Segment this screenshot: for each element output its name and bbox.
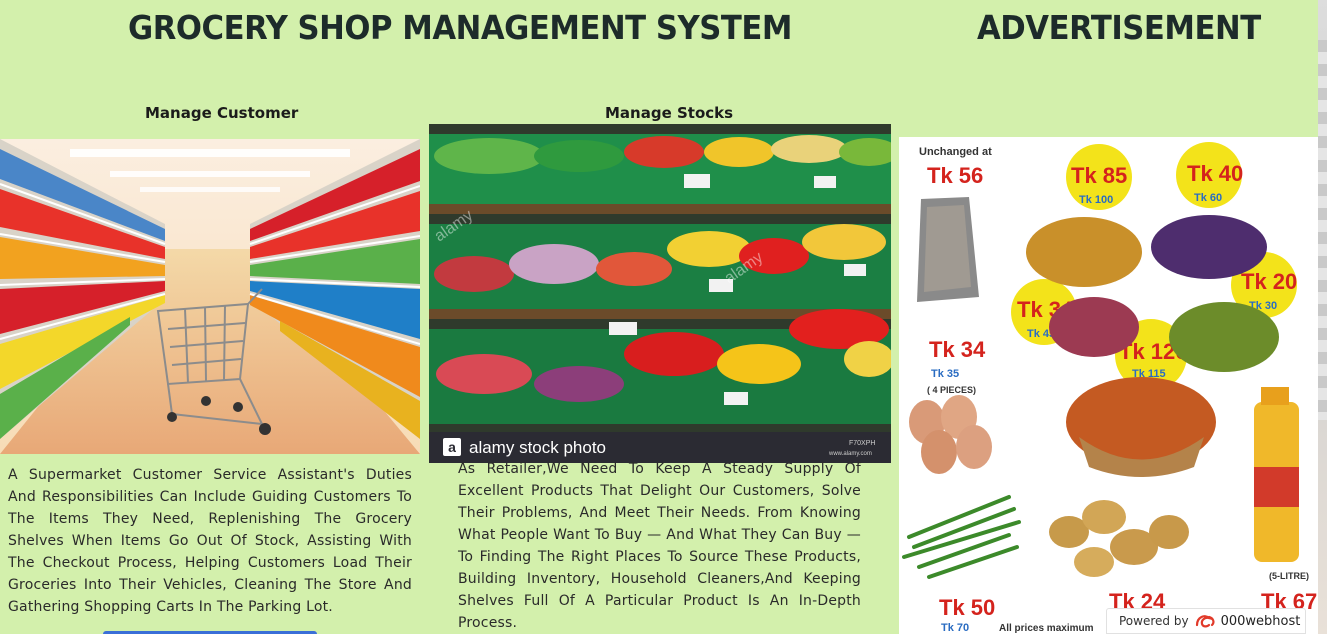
photo-id: F70XPH (849, 440, 875, 447)
price-tk56: Tk 56 (927, 163, 983, 188)
powered-by-badge[interactable]: Powered by 000webhost (1106, 608, 1306, 634)
price-tk20: Tk 20 (1241, 269, 1297, 294)
ad-footnote: All prices maximum (999, 623, 1094, 634)
photo-site: www.alamy.com (828, 451, 872, 457)
manage-customer-heading[interactable]: Manage Customer (145, 104, 298, 122)
old-price-tk100: Tk 100 (1079, 194, 1113, 206)
old-price-tk70: Tk 70 (941, 622, 969, 634)
customer-description: A Supermarket Customer Service Assistant… (8, 467, 412, 615)
svg-text:a: a (448, 439, 456, 455)
webhost-label: 000webhost (1220, 613, 1301, 629)
advertisement-image[interactable]: Unchanged at Tk 56 Tk 85 Tk 100 Tk 40 Tk… (899, 137, 1318, 634)
advertisement-title: ADVERTISEMENT (977, 8, 1261, 47)
supermarket-aisle-image[interactable] (0, 139, 420, 454)
page-title: GROCERY SHOP MANAGEMENT SYSTEM (128, 8, 792, 47)
webhost-logo-icon (1195, 615, 1215, 628)
price-tk50: Tk 50 (939, 595, 995, 620)
watermark-text: alamy stock photo (469, 438, 606, 457)
manage-stocks-heading[interactable]: Manage Stocks (605, 104, 733, 122)
price-tk34-b: Tk 34 (929, 337, 986, 362)
litre-note: (5-LITRE) (1269, 571, 1309, 581)
old-price-tk60: Tk 60 (1194, 192, 1222, 204)
pieces-note: ( 4 PIECES) (927, 385, 976, 395)
old-price-tk35: Tk 35 (931, 368, 959, 380)
browser-right-edge (1318, 0, 1327, 634)
powered-by-label: Powered by (1119, 614, 1189, 628)
stocks-description: As Retailer,We Need To Keep A Steady Sup… (458, 461, 861, 631)
vegetable-stall-image[interactable]: alamy alamy a alamy stock photo F70XPH w… (429, 124, 891, 463)
price-tk40: Tk 40 (1187, 161, 1243, 186)
unchanged-label: Unchanged at (919, 146, 992, 158)
price-tk85: Tk 85 (1071, 163, 1127, 188)
